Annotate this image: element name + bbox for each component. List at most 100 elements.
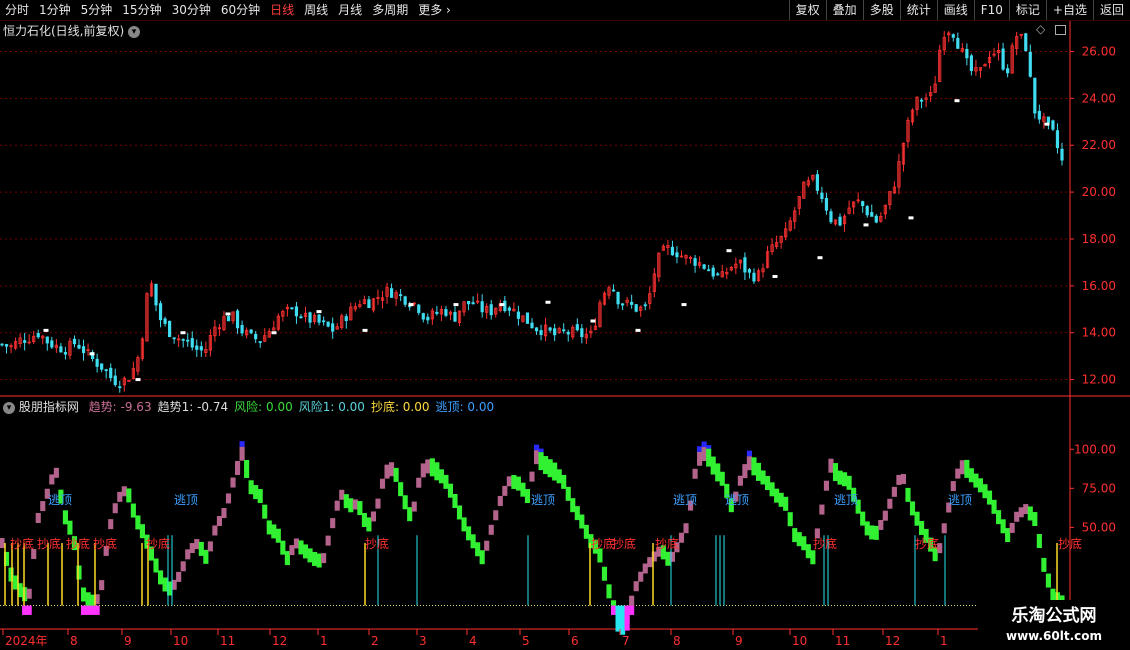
candle-body [824,197,829,211]
candle-body [951,34,955,38]
candle-body [158,303,163,321]
period-tab-4[interactable]: 30分钟 [167,0,216,20]
doji-marker [590,319,596,323]
buy-signal-label: 抄底 [915,536,939,551]
candle-body [562,329,566,332]
candle-body [525,312,530,324]
period-tab-3[interactable]: 15分钟 [117,0,166,20]
candle-body [322,320,326,323]
candle-body [299,316,303,319]
candle-body [919,99,924,102]
candle-body [616,291,620,305]
sell-signal-label: 逃顶 [673,493,697,507]
doji-marker [135,378,141,382]
toolbar-button-4[interactable]: 画线 [936,0,974,20]
period-tab-1[interactable]: 1分钟 [34,0,76,20]
candles-group [0,31,1064,393]
price-tick-label: 16.00 [1082,279,1116,293]
candle-body [548,327,552,331]
doji-marker [362,328,368,332]
indicator-tick-label: 75.00 [1082,481,1116,495]
doji-marker [316,310,322,314]
indicator-value-0: 趋势: -9.63 [88,400,152,414]
time-tick-label: 4 [469,634,477,648]
candle-body [317,314,321,323]
candle-body [507,307,511,311]
candle-body [874,215,878,223]
candle-body [1055,130,1060,149]
window-icon[interactable] [1055,24,1067,35]
candle-body [580,328,584,338]
time-tick-label: 11 [220,634,235,648]
candle-body [290,307,294,310]
candle-body [235,310,240,329]
period-tab-2[interactable]: 5分钟 [76,0,118,20]
candle-body [466,300,471,305]
period-tab-9[interactable]: 多周期 [367,0,413,20]
price-tick-label: 12.00 [1082,373,1116,387]
doji-marker [863,223,869,227]
candle-body [113,375,117,386]
candle-body [399,294,403,297]
candle-body [539,330,543,336]
buy-signal-label: 抄底 [612,536,636,551]
toolbar-button-7[interactable]: +自选 [1045,0,1093,20]
candle-body [95,358,99,367]
chart-surface[interactable]: 26.00 24.00 22.00 20.00 18.00 16.00 14.00 12.00… [0,21,1130,650]
period-tab-8[interactable]: 月线 [333,0,367,20]
diamond-icon[interactable]: ◇ [1036,22,1045,36]
candle-body [1033,77,1037,114]
candle-body [670,246,675,256]
candle-body [956,37,960,49]
time-tick-label: 8 [673,634,681,648]
toolbar-button-3[interactable]: 统计 [899,0,937,20]
candle-body [100,363,104,370]
candle-body [118,386,122,389]
price-tick-label: 14.00 [1082,326,1116,340]
buy-signal-label: 抄底 [365,536,389,551]
toolbar-button-6[interactable]: 标记 [1008,0,1046,20]
candle-body [308,312,312,323]
candle-body [154,283,158,306]
period-tab-7[interactable]: 周线 [299,0,333,20]
doji-marker [499,303,505,307]
toolbar-button-1[interactable]: 叠加 [825,0,863,20]
time-tick-label: 10 [173,634,188,648]
chevron-down-icon[interactable]: ▾ [3,401,15,414]
price-tick-label: 26.00 [1082,44,1116,58]
price-tick-label: 24.00 [1082,91,1116,105]
candle-body [829,211,833,223]
candle-body [254,333,258,340]
candle-body [716,273,720,276]
toolbar-button-5[interactable]: F10 [973,0,1009,20]
candle-body [417,304,421,313]
period-tab-6[interactable]: 日线 [265,0,299,20]
candle-body [453,312,457,322]
doji-marker [772,274,778,278]
period-tab-0[interactable]: 分时 [0,0,34,20]
candle-body [1051,120,1055,130]
doji-marker [908,216,914,220]
time-tick-label: 2 [371,634,379,648]
candle-body [104,369,108,372]
time-tick-label: 1 [940,634,948,648]
toolbar-button-2[interactable]: 多股 [862,0,900,20]
candle-body [163,318,167,324]
candle-body [861,201,865,207]
chevron-down-icon[interactable]: ▾ [128,25,141,38]
period-tab-10[interactable]: 更多 › [413,0,456,20]
candle-body [344,316,348,322]
toolbar-button-0[interactable]: 复权 [788,0,826,20]
doji-marker [43,328,49,332]
doji-marker [453,303,459,307]
period-tab-5[interactable]: 60分钟 [216,0,265,20]
doji-marker [180,331,186,335]
candle-body [168,320,172,338]
toolbar-button-8[interactable]: 返回 [1092,0,1130,20]
buy-signal-label: 抄底 [1058,536,1082,551]
candle-body [421,313,425,320]
indicator-tick-label: 100.00 [1074,442,1116,456]
candle-body [489,304,493,316]
candle-body [1060,148,1064,161]
candle-body [752,272,756,282]
